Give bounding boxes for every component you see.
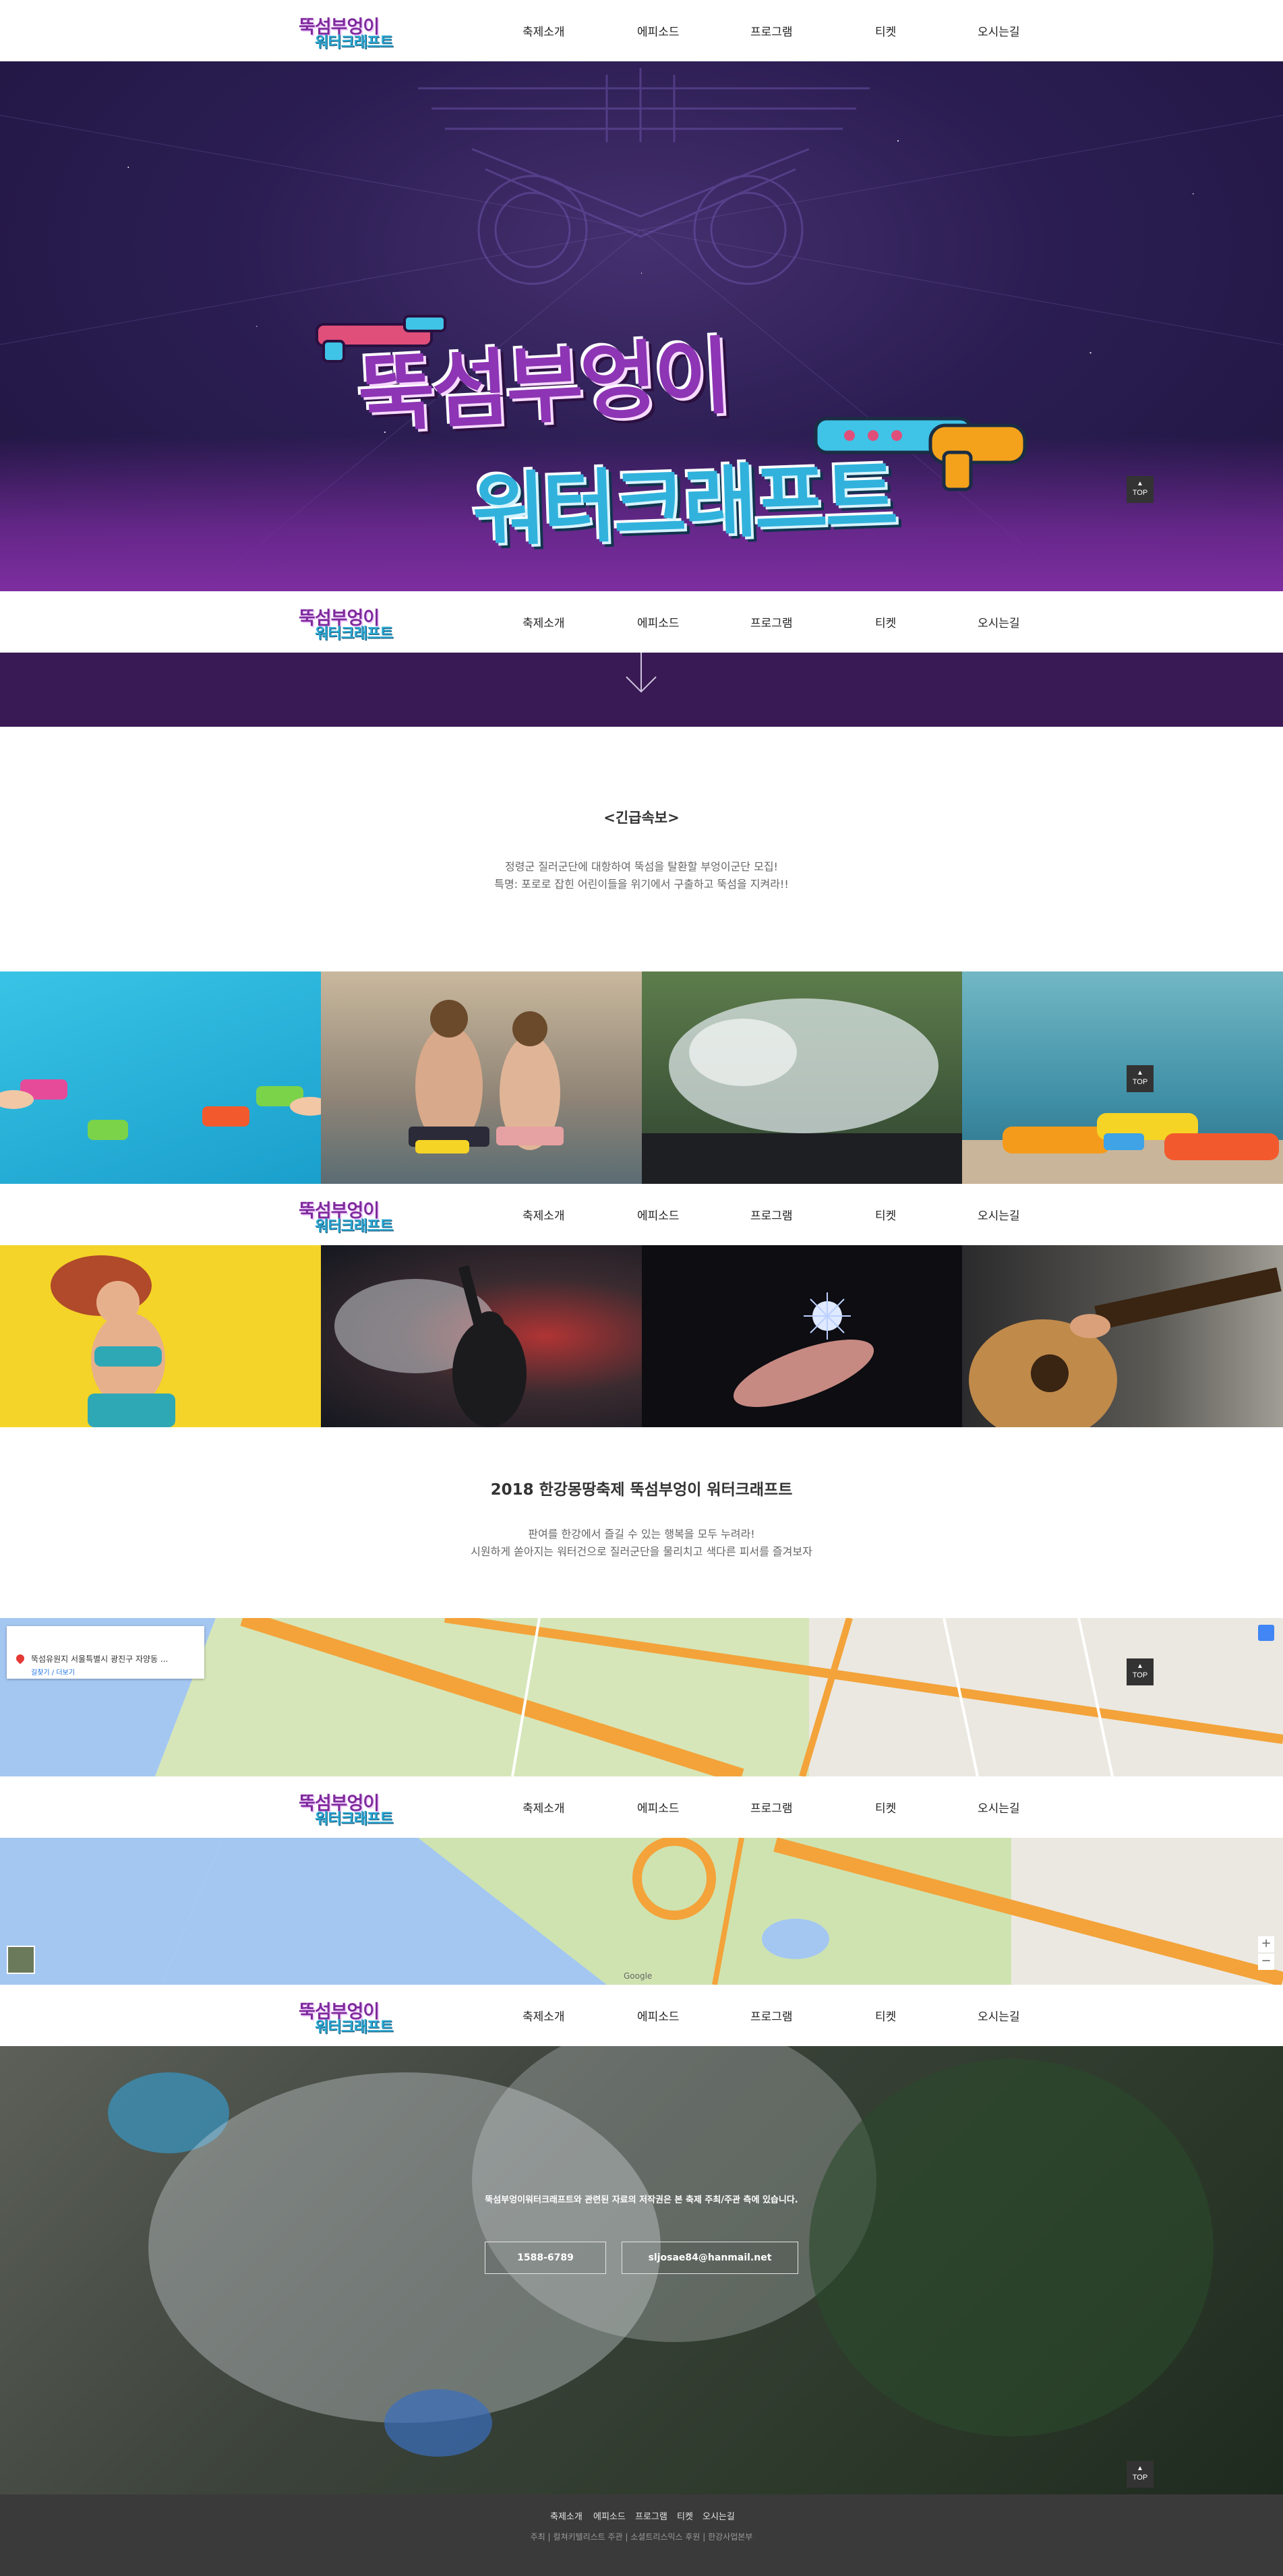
festival-title: 2018 한강몽땅축제 뚝섬부엉이 워터크래프트 <box>490 1481 793 1499</box>
nav-item-intro[interactable]: 축제소개 <box>523 613 565 630</box>
scroll-top-button[interactable]: ▲ TOP <box>1127 1065 1154 1092</box>
nav-item-intro[interactable]: 축제소개 <box>523 1206 565 1223</box>
map-satellite-thumbnail[interactable] <box>7 1946 35 1974</box>
location-pin-icon <box>14 1652 26 1665</box>
photo-guitar-player <box>962 1245 1283 1427</box>
photo-pool-girls <box>321 971 642 1184</box>
email-button[interactable]: sljosae84@hanmail.net <box>622 2242 798 2274</box>
nav-item-location[interactable]: 오시는길 <box>978 22 1020 39</box>
nav-item-episode[interactable]: 에피소드 <box>637 613 680 630</box>
map-place-card[interactable]: 뚝섬유원지 서울특별시 광진구 자양동 ... 길찾기 / 더보기 <box>7 1626 204 1679</box>
nav-item-ticket[interactable]: 티켓 <box>875 613 896 630</box>
street-view-icon[interactable] <box>1258 1625 1274 1641</box>
nav-item-ticket[interactable]: 티켓 <box>875 2007 896 2024</box>
site-logo[interactable]: 뚝섬부엉이 워터크래프트 <box>299 1196 393 1235</box>
logo-line-2: 워터크래프트 <box>315 2019 393 2036</box>
map-link[interactable]: 길찾기 / 더보기 <box>31 1667 75 1677</box>
caret-up-icon: ▲ <box>1137 480 1143 487</box>
photo-dancer-yellow <box>0 1245 321 1427</box>
logo-line-2: 워터크래프트 <box>315 34 393 51</box>
sticky-navbar: 뚝섬부엉이 워터크래프트 축제소개 에피소드 프로그램 티켓 오시는길 <box>0 1985 1283 2046</box>
footer-link-program[interactable]: 프로그램 <box>635 2509 667 2522</box>
main-menu: 축제소개 에피소드 프로그램 티켓 오시는길 <box>499 1985 1038 2046</box>
nav-item-episode[interactable]: 에피소드 <box>637 1206 680 1223</box>
notice-line-1: 정령군 질러군단에 대항하여 뚝섬을 탈환할 부엉이군단 모집! <box>505 860 778 873</box>
footer-link-ticket[interactable]: 티켓 <box>677 2509 693 2522</box>
footer-credits: 주최 | 컬쳐키텔리스트 주관 | 소셜트리스믹스 후원 | 한강사업본부 <box>530 2532 753 2542</box>
sticky-navbar: 뚝섬부엉이 워터크래프트 축제소개 에피소드 프로그램 티켓 오시는길 <box>0 591 1283 653</box>
footer-link-intro[interactable]: 축제소개 <box>550 2509 583 2522</box>
site-logo[interactable]: 뚝섬부엉이 워터크래프트 <box>299 1997 393 2036</box>
nav-item-ticket[interactable]: 티켓 <box>875 1799 896 1816</box>
nav-item-intro[interactable]: 축제소개 <box>523 1799 565 1816</box>
hero-banner: 뚝섬부엉이 워터크래프트 <box>0 61 1283 591</box>
main-menu: 축제소개 에피소드 프로그램 티켓 오시는길 <box>499 1184 1038 1245</box>
sticky-navbar: 뚝섬부엉이 워터크래프트 축제소개 에피소드 프로그램 티켓 오시는길 <box>0 1184 1283 1245</box>
nav-item-location[interactable]: 오시는길 <box>978 1799 1020 1816</box>
location-map[interactable]: 뚝섬유원지 서울특별시 광진구 자양동 ... 길찾기 / 더보기 <box>0 1618 1283 1776</box>
scroll-top-button[interactable]: ▲ TOP <box>1127 1658 1154 1685</box>
zoom-in-button[interactable]: + <box>1258 1936 1274 1952</box>
map-address: 뚝섬유원지 서울특별시 광진구 자양동 ... <box>31 1654 169 1664</box>
logo-line-2: 워터크래프트 <box>315 626 393 642</box>
zoom-out-button[interactable]: − <box>1258 1954 1274 1970</box>
site-logo[interactable]: 뚝섬부엉이 워터크래프트 <box>299 603 393 642</box>
scroll-top-button[interactable]: ▲ TOP <box>1127 2461 1154 2488</box>
nav-item-location[interactable]: 오시는길 <box>978 1206 1020 1223</box>
nav-item-program[interactable]: 프로그램 <box>750 2007 793 2024</box>
nav-item-episode[interactable]: 에피소드 <box>637 1799 680 1816</box>
nav-item-intro[interactable]: 축제소개 <box>523 2007 565 2024</box>
nav-item-program[interactable]: 프로그램 <box>750 22 793 39</box>
nav-item-intro[interactable]: 축제소개 <box>523 22 565 39</box>
location-map-lower[interactable]: Google + − <box>0 1838 1283 1985</box>
notice-title: <긴급속보> <box>603 810 680 826</box>
scroll-down-band <box>0 653 1283 727</box>
top-navbar: 뚝섬부엉이 워터크래프트 축제소개 에피소드 프로그램 티켓 오시는길 <box>0 0 1283 61</box>
nav-item-ticket[interactable]: 티켓 <box>875 22 896 39</box>
nav-item-ticket[interactable]: 티켓 <box>875 1206 896 1223</box>
main-menu: 축제소개 에피소드 프로그램 티켓 오시는길 <box>499 591 1038 653</box>
water-gun-right-graphic <box>814 417 1027 491</box>
logo-line-2: 워터크래프트 <box>315 1218 393 1235</box>
site-logo[interactable]: 뚝섬부엉이 워터크래프트 <box>299 12 393 51</box>
footer-link-episode[interactable]: 에피소드 <box>593 2509 626 2522</box>
google-logo: Google <box>624 1971 653 1981</box>
photo-magic-hand-sparkle <box>642 1245 962 1427</box>
hero-title-line-1: 뚝섬부엉이 <box>355 328 732 445</box>
contact-copyright-text: 뚝섬부엉이워터크래프트와 관련된 자료의 저작권은 본 축제 주최/주관 측에 … <box>485 2195 798 2205</box>
sticky-navbar: 뚝섬부엉이 워터크래프트 축제소개 에피소드 프로그램 티켓 오시는길 <box>0 1776 1283 1838</box>
festival-line-2: 시원하게 쏟아지는 워터건으로 질러군단을 물리치고 색다른 피서를 즐겨보자 <box>471 1545 812 1558</box>
photo-water-guns-blue <box>0 971 321 1184</box>
nav-item-program[interactable]: 프로그램 <box>750 1799 793 1816</box>
caret-up-icon: ▲ <box>1137 2465 1143 2472</box>
scroll-top-button[interactable]: ▲ TOP <box>1127 476 1154 503</box>
arrow-down-icon[interactable] <box>621 653 661 700</box>
photo-performer-smoke <box>321 1245 642 1427</box>
logo-line-2: 워터크래프트 <box>315 1811 393 1828</box>
footer-link-location[interactable]: 오시는길 <box>703 2509 735 2522</box>
nav-item-location[interactable]: 오시는길 <box>978 2007 1020 2024</box>
phone-button[interactable]: 1588-6789 <box>485 2242 606 2274</box>
caret-up-icon: ▲ <box>1137 1069 1143 1077</box>
nav-item-location[interactable]: 오시는길 <box>978 613 1020 630</box>
nav-item-episode[interactable]: 에피소드 <box>637 22 680 39</box>
photo-toy-guns-sea <box>962 971 1283 1184</box>
main-menu: 축제소개 에피소드 프로그램 티켓 오시는길 <box>499 0 1038 61</box>
site-logo[interactable]: 뚝섬부엉이 워터크래프트 <box>299 1789 393 1828</box>
nav-item-program[interactable]: 프로그램 <box>750 613 793 630</box>
notice-line-2: 특명: 포로로 잡힌 어린이들을 위기에서 구출하고 뚝섬을 지켜라!! <box>494 878 789 891</box>
festival-line-1: 판여를 한강에서 즐길 수 있는 행복을 모두 누려라! <box>528 1528 755 1540</box>
photo-water-splash-crowd <box>642 971 962 1184</box>
caret-up-icon: ▲ <box>1137 1663 1143 1670</box>
nav-item-episode[interactable]: 에피소드 <box>637 2007 680 2024</box>
nav-item-program[interactable]: 프로그램 <box>750 1206 793 1223</box>
main-menu: 축제소개 에피소드 프로그램 티켓 오시는길 <box>499 1776 1038 1838</box>
